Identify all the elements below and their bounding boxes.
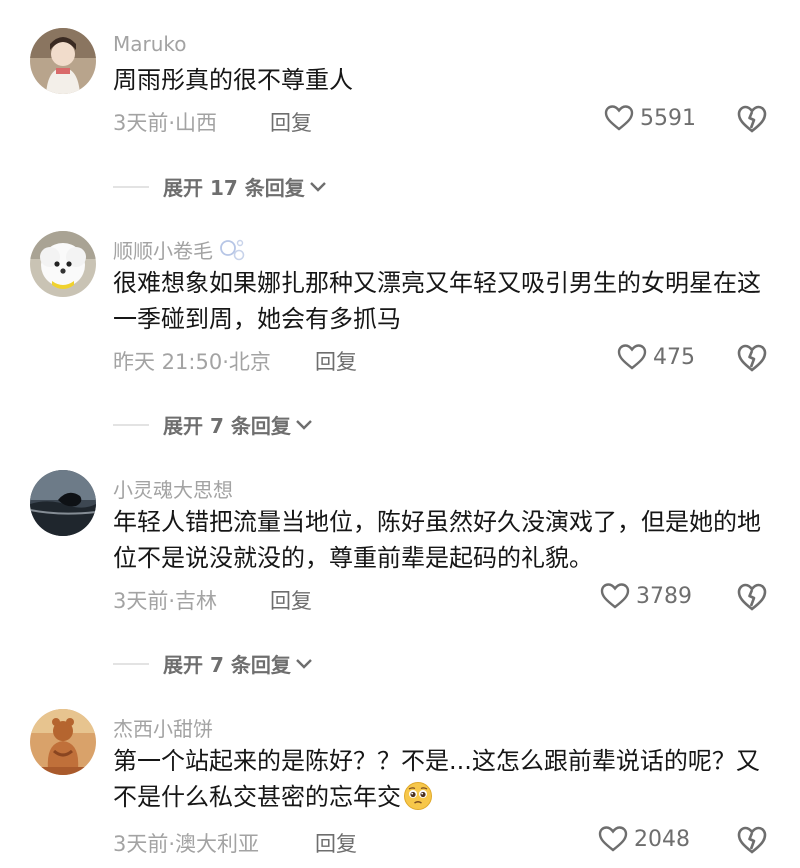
expand-replies-label: 展开 17 条回复	[163, 176, 305, 200]
reply-button[interactable]: 回复	[270, 107, 312, 137]
dislike-button[interactable]	[736, 343, 768, 377]
broken-heart-icon	[737, 826, 767, 854]
bubbles-icon	[220, 239, 245, 261]
dislike-button[interactable]	[736, 582, 768, 616]
reply-button[interactable]: 回复	[270, 585, 312, 615]
like-count: 475	[653, 344, 695, 370]
expand-replies-label: 展开 7 条回复	[163, 414, 291, 438]
dislike-button[interactable]	[736, 825, 768, 859]
like-count: 5591	[640, 105, 696, 131]
chevron-down-icon	[295, 419, 312, 430]
comment-meta: 3天前·山西	[113, 111, 218, 135]
divider-line	[113, 423, 149, 426]
heart-outline-icon	[600, 583, 630, 609]
comment-text: 周雨彤真的很不尊重人	[113, 66, 353, 94]
username[interactable]: 杰西小甜饼	[113, 713, 213, 742]
heart-outline-icon	[604, 105, 634, 131]
avatar[interactable]	[30, 231, 96, 297]
comment-text: 很难想象如果娜扎那种又漂亮又年轻又吸引男生的女明星在这一季碰到周，她会有多抓马	[113, 269, 761, 333]
like-button[interactable]: 3789	[600, 582, 692, 610]
like-count: 3789	[636, 583, 692, 609]
username-text: 顺顺小卷毛	[113, 239, 213, 263]
like-button[interactable]: 5591	[604, 104, 696, 132]
divider-line	[113, 185, 149, 188]
broken-heart-icon	[737, 105, 767, 133]
username[interactable]: Maruko	[113, 32, 187, 56]
comment-meta: 3天前·澳大利亚	[113, 832, 260, 856]
broken-heart-icon	[737, 344, 767, 372]
chevron-down-icon	[309, 181, 326, 192]
expand-replies-button[interactable]: 展开 7 条回复	[113, 649, 313, 678]
expand-replies-button[interactable]: 展开 7 条回复	[113, 410, 313, 439]
comment-text: 第一个站起来的是陈好？？不是...这怎么跟前辈说话的呢？又不是什么私交甚密的忘年…	[113, 743, 775, 815]
avatar[interactable]	[30, 709, 96, 775]
expand-replies-label: 展开 7 条回复	[163, 653, 291, 677]
username[interactable]: 顺顺小卷毛	[113, 235, 247, 264]
comment-text-body: 第一个站起来的是陈好？？不是...这怎么跟前辈说话的呢？又不是什么私交甚密的忘年…	[113, 747, 760, 811]
avatar[interactable]	[30, 28, 96, 94]
heart-outline-icon	[598, 826, 628, 852]
comment-text: 年轻人错把流量当地位，陈好虽然好久没演戏了，但是她的地位不是说没就没的，尊重前辈…	[113, 508, 761, 572]
pleading-face-emoji	[404, 782, 432, 810]
dislike-button[interactable]	[736, 104, 768, 138]
comment-meta: 3天前·吉林	[113, 589, 218, 613]
avatar[interactable]	[30, 470, 96, 536]
like-button[interactable]: 2048	[598, 825, 690, 853]
reply-button[interactable]: 回复	[315, 828, 357, 858]
like-count: 2048	[634, 826, 690, 852]
broken-heart-icon	[737, 583, 767, 611]
chevron-down-icon	[295, 658, 312, 669]
divider-line	[113, 662, 149, 665]
reply-button[interactable]: 回复	[315, 346, 357, 376]
like-button[interactable]: 475	[617, 343, 695, 371]
heart-outline-icon	[617, 344, 647, 370]
username[interactable]: 小灵魂大思想	[113, 474, 233, 503]
comment-meta: 昨天 21:50·北京	[113, 350, 271, 374]
expand-replies-button[interactable]: 展开 17 条回复	[113, 172, 327, 201]
